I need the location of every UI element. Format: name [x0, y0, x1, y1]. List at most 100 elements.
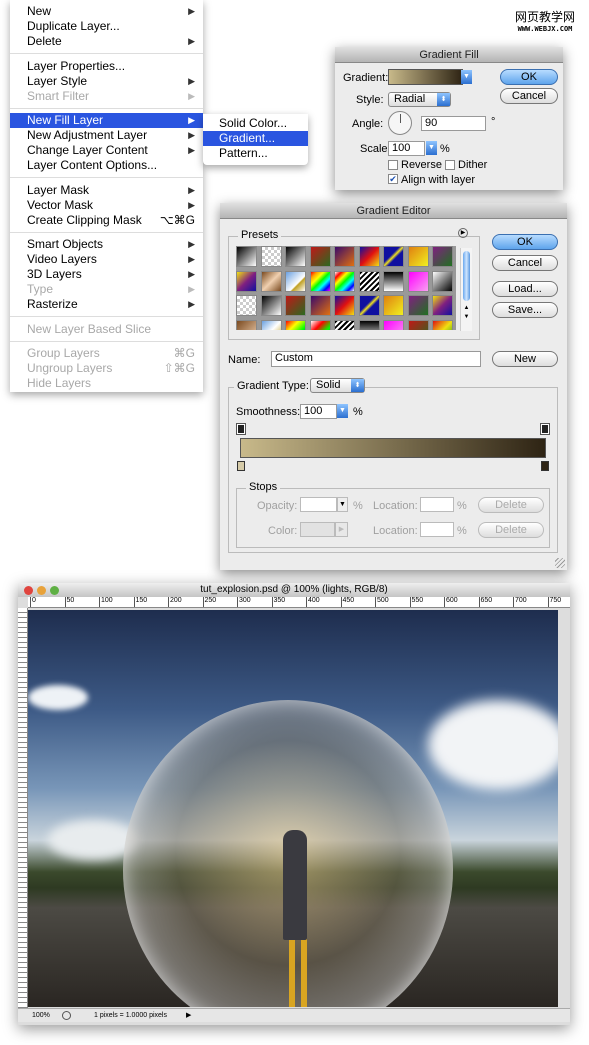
menu-item[interactable]: Layer Properties...	[10, 59, 203, 74]
smoothness-input[interactable]: 100	[300, 404, 337, 419]
submenu-item[interactable]: Gradient...	[203, 131, 308, 146]
menu-item[interactable]: Video Layers ▶	[10, 252, 203, 267]
gradient-preset-swatch[interactable]	[309, 295, 331, 316]
menu-item[interactable]: Delete ▶	[10, 34, 203, 49]
gradient-preset-swatch[interactable]	[358, 295, 380, 316]
gradient-preset-swatch[interactable]	[407, 270, 429, 292]
gradient-swatch[interactable]	[388, 69, 463, 85]
menu-item[interactable]: New Fill Layer ▶	[10, 113, 203, 128]
angle-dial[interactable]	[388, 111, 412, 135]
gradient-type-select[interactable]: Solid ⬍	[310, 378, 365, 393]
gradient-preset-swatch[interactable]	[334, 295, 355, 316]
align-with-layer-checkbox[interactable]: ✔	[388, 174, 398, 184]
gradient-preset-swatch[interactable]	[432, 246, 453, 267]
gradient-preset-swatch[interactable]	[383, 319, 404, 330]
opacity-input[interactable]	[300, 497, 337, 512]
gradient-preset-swatch[interactable]	[236, 270, 257, 292]
gradient-preset-swatch[interactable]	[236, 246, 257, 267]
gradient-preset-swatch[interactable]	[432, 295, 453, 316]
menu-item[interactable]: Duplicate Layer...	[10, 19, 203, 34]
gradient-preset-swatch[interactable]	[358, 319, 380, 330]
gradient-preset-swatch[interactable]	[407, 295, 429, 316]
submenu-item[interactable]: Pattern...	[203, 146, 308, 161]
color-arrow-button[interactable]: ▶	[335, 522, 348, 537]
color-swatch[interactable]	[300, 522, 335, 537]
gradient-dropdown-button[interactable]: ▼	[461, 70, 472, 84]
gradient-preset-swatch[interactable]	[432, 319, 453, 330]
presets-menu-icon[interactable]: ▶	[458, 228, 468, 238]
angle-input[interactable]: 90	[421, 116, 486, 131]
gradient-preset-swatch[interactable]	[383, 295, 404, 316]
gradient-preset-swatch[interactable]	[236, 319, 257, 330]
status-menu-arrow-icon[interactable]: ▶	[186, 1009, 191, 1022]
menu-item[interactable]: Change Layer Content ▶	[10, 143, 203, 158]
horizontal-ruler[interactable]: 0 50 100 150 200 250 300 350 400 450 500 550 600 650 7…	[28, 597, 570, 608]
save-button[interactable]: Save...	[492, 302, 558, 318]
menu-item[interactable]: Layer Content Options...	[10, 158, 203, 173]
gradient-preset-swatch[interactable]	[334, 270, 355, 292]
gradient-preset-swatch[interactable]	[309, 319, 331, 330]
scale-dropdown-button[interactable]: ▼	[426, 141, 437, 155]
gradient-preset-swatch[interactable]	[285, 295, 306, 316]
load-button[interactable]: Load...	[492, 281, 558, 297]
gradient-preset-swatch[interactable]	[285, 270, 306, 292]
gradient-preset-swatch[interactable]	[260, 295, 282, 316]
gradient-preset-swatch[interactable]	[407, 319, 429, 330]
new-button[interactable]: New	[492, 351, 558, 367]
gradient-preset-swatch[interactable]	[334, 319, 355, 330]
menu-item[interactable]: New Adjustment Layer ▶	[10, 128, 203, 143]
name-input[interactable]: Custom	[271, 351, 481, 367]
opacity-dropdown-button[interactable]: ▼	[337, 497, 348, 512]
status-icon[interactable]	[62, 1011, 71, 1020]
vertical-ruler[interactable]	[18, 608, 28, 1008]
gradient-preset-swatch[interactable]	[358, 246, 380, 267]
menu-item[interactable]: Layer Mask ▶	[10, 183, 203, 198]
resize-grip-icon[interactable]	[555, 558, 565, 568]
gradient-preset-swatch[interactable]	[236, 295, 257, 316]
gradient-bar[interactable]	[240, 438, 546, 458]
color-stop-left[interactable]	[237, 461, 245, 471]
submenu-item[interactable]: Solid Color...	[203, 116, 308, 131]
opacity-stop-left[interactable]	[236, 423, 246, 435]
opacity-stop-right[interactable]	[540, 423, 550, 435]
gradient-preset-swatch[interactable]	[383, 270, 404, 292]
delete-color-stop-button[interactable]: Delete	[478, 522, 544, 538]
close-button[interactable]	[24, 586, 33, 595]
menu-item[interactable]: Create Clipping Mask ⌥⌘G	[10, 213, 203, 228]
gradient-preset-swatch[interactable]	[383, 246, 404, 267]
gradient-preset-swatch[interactable]	[407, 246, 429, 267]
opacity-location-input[interactable]	[420, 497, 454, 512]
gradient-preset-swatch[interactable]	[285, 319, 306, 330]
presets-scrollbar[interactable]: ▲ ▼	[460, 248, 472, 331]
gradient-preset-swatch[interactable]	[432, 270, 453, 292]
gradient-preset-swatch[interactable]	[260, 270, 282, 292]
color-location-input[interactable]	[420, 522, 454, 537]
menu-item[interactable]: New ▶	[10, 4, 203, 19]
gradient-preset-swatch[interactable]	[260, 246, 282, 267]
color-stop-right[interactable]	[541, 461, 549, 471]
menu-item[interactable]: Layer Style ▶	[10, 74, 203, 89]
ok-button[interactable]: OK	[492, 234, 558, 250]
smoothness-dropdown-button[interactable]: ▼	[337, 404, 348, 418]
scale-input[interactable]: 100	[388, 141, 425, 156]
minimize-button[interactable]	[37, 586, 46, 595]
gradient-preset-swatch[interactable]	[334, 246, 355, 267]
gradient-preset-swatch[interactable]	[309, 270, 331, 292]
menu-item[interactable]: Vector Mask ▶	[10, 198, 203, 213]
gradient-preset-swatch[interactable]	[309, 246, 331, 267]
cancel-button[interactable]: Cancel	[500, 88, 558, 104]
gradient-preset-swatch[interactable]	[358, 270, 380, 292]
menu-item[interactable]: Smart Objects ▶	[10, 237, 203, 252]
zoom-level[interactable]: 100%	[32, 1009, 50, 1022]
menu-item[interactable]: 3D Layers ▶	[10, 267, 203, 282]
style-select[interactable]: Radial ⬍	[388, 92, 451, 107]
gradient-preset-swatch[interactable]	[260, 319, 282, 330]
cancel-button[interactable]: Cancel	[492, 255, 558, 271]
menu-item[interactable]: Rasterize ▶	[10, 297, 203, 312]
delete-opacity-stop-button[interactable]: Delete	[478, 497, 544, 513]
reverse-checkbox[interactable]	[388, 160, 398, 170]
zoom-button[interactable]	[50, 586, 59, 595]
canvas-image[interactable]	[28, 610, 558, 1007]
gradient-preset-swatch[interactable]	[285, 246, 306, 267]
dither-checkbox[interactable]	[445, 160, 455, 170]
